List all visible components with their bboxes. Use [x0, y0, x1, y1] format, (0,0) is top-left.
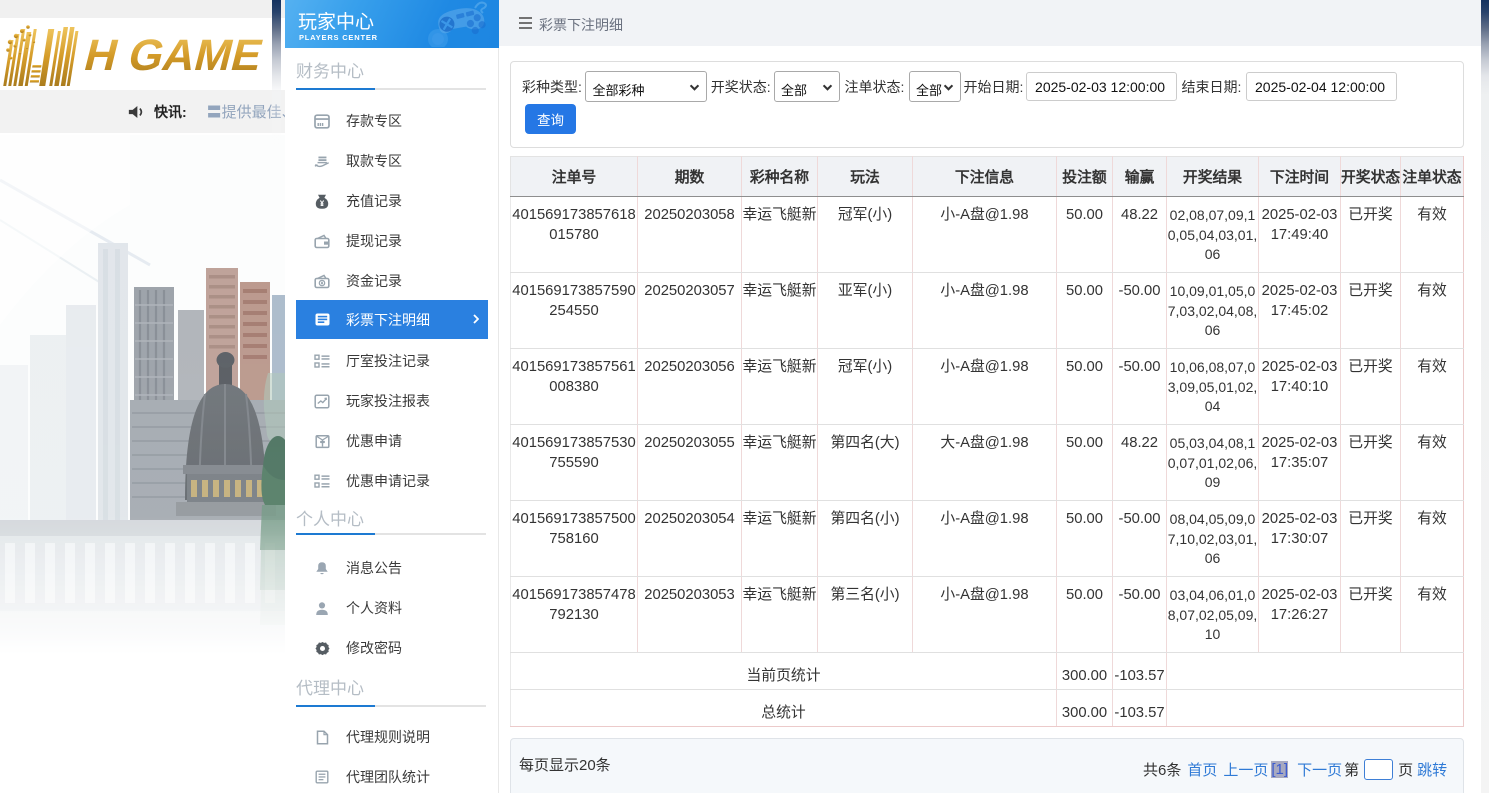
svg-text:H GAME: H GAME: [80, 32, 268, 80]
